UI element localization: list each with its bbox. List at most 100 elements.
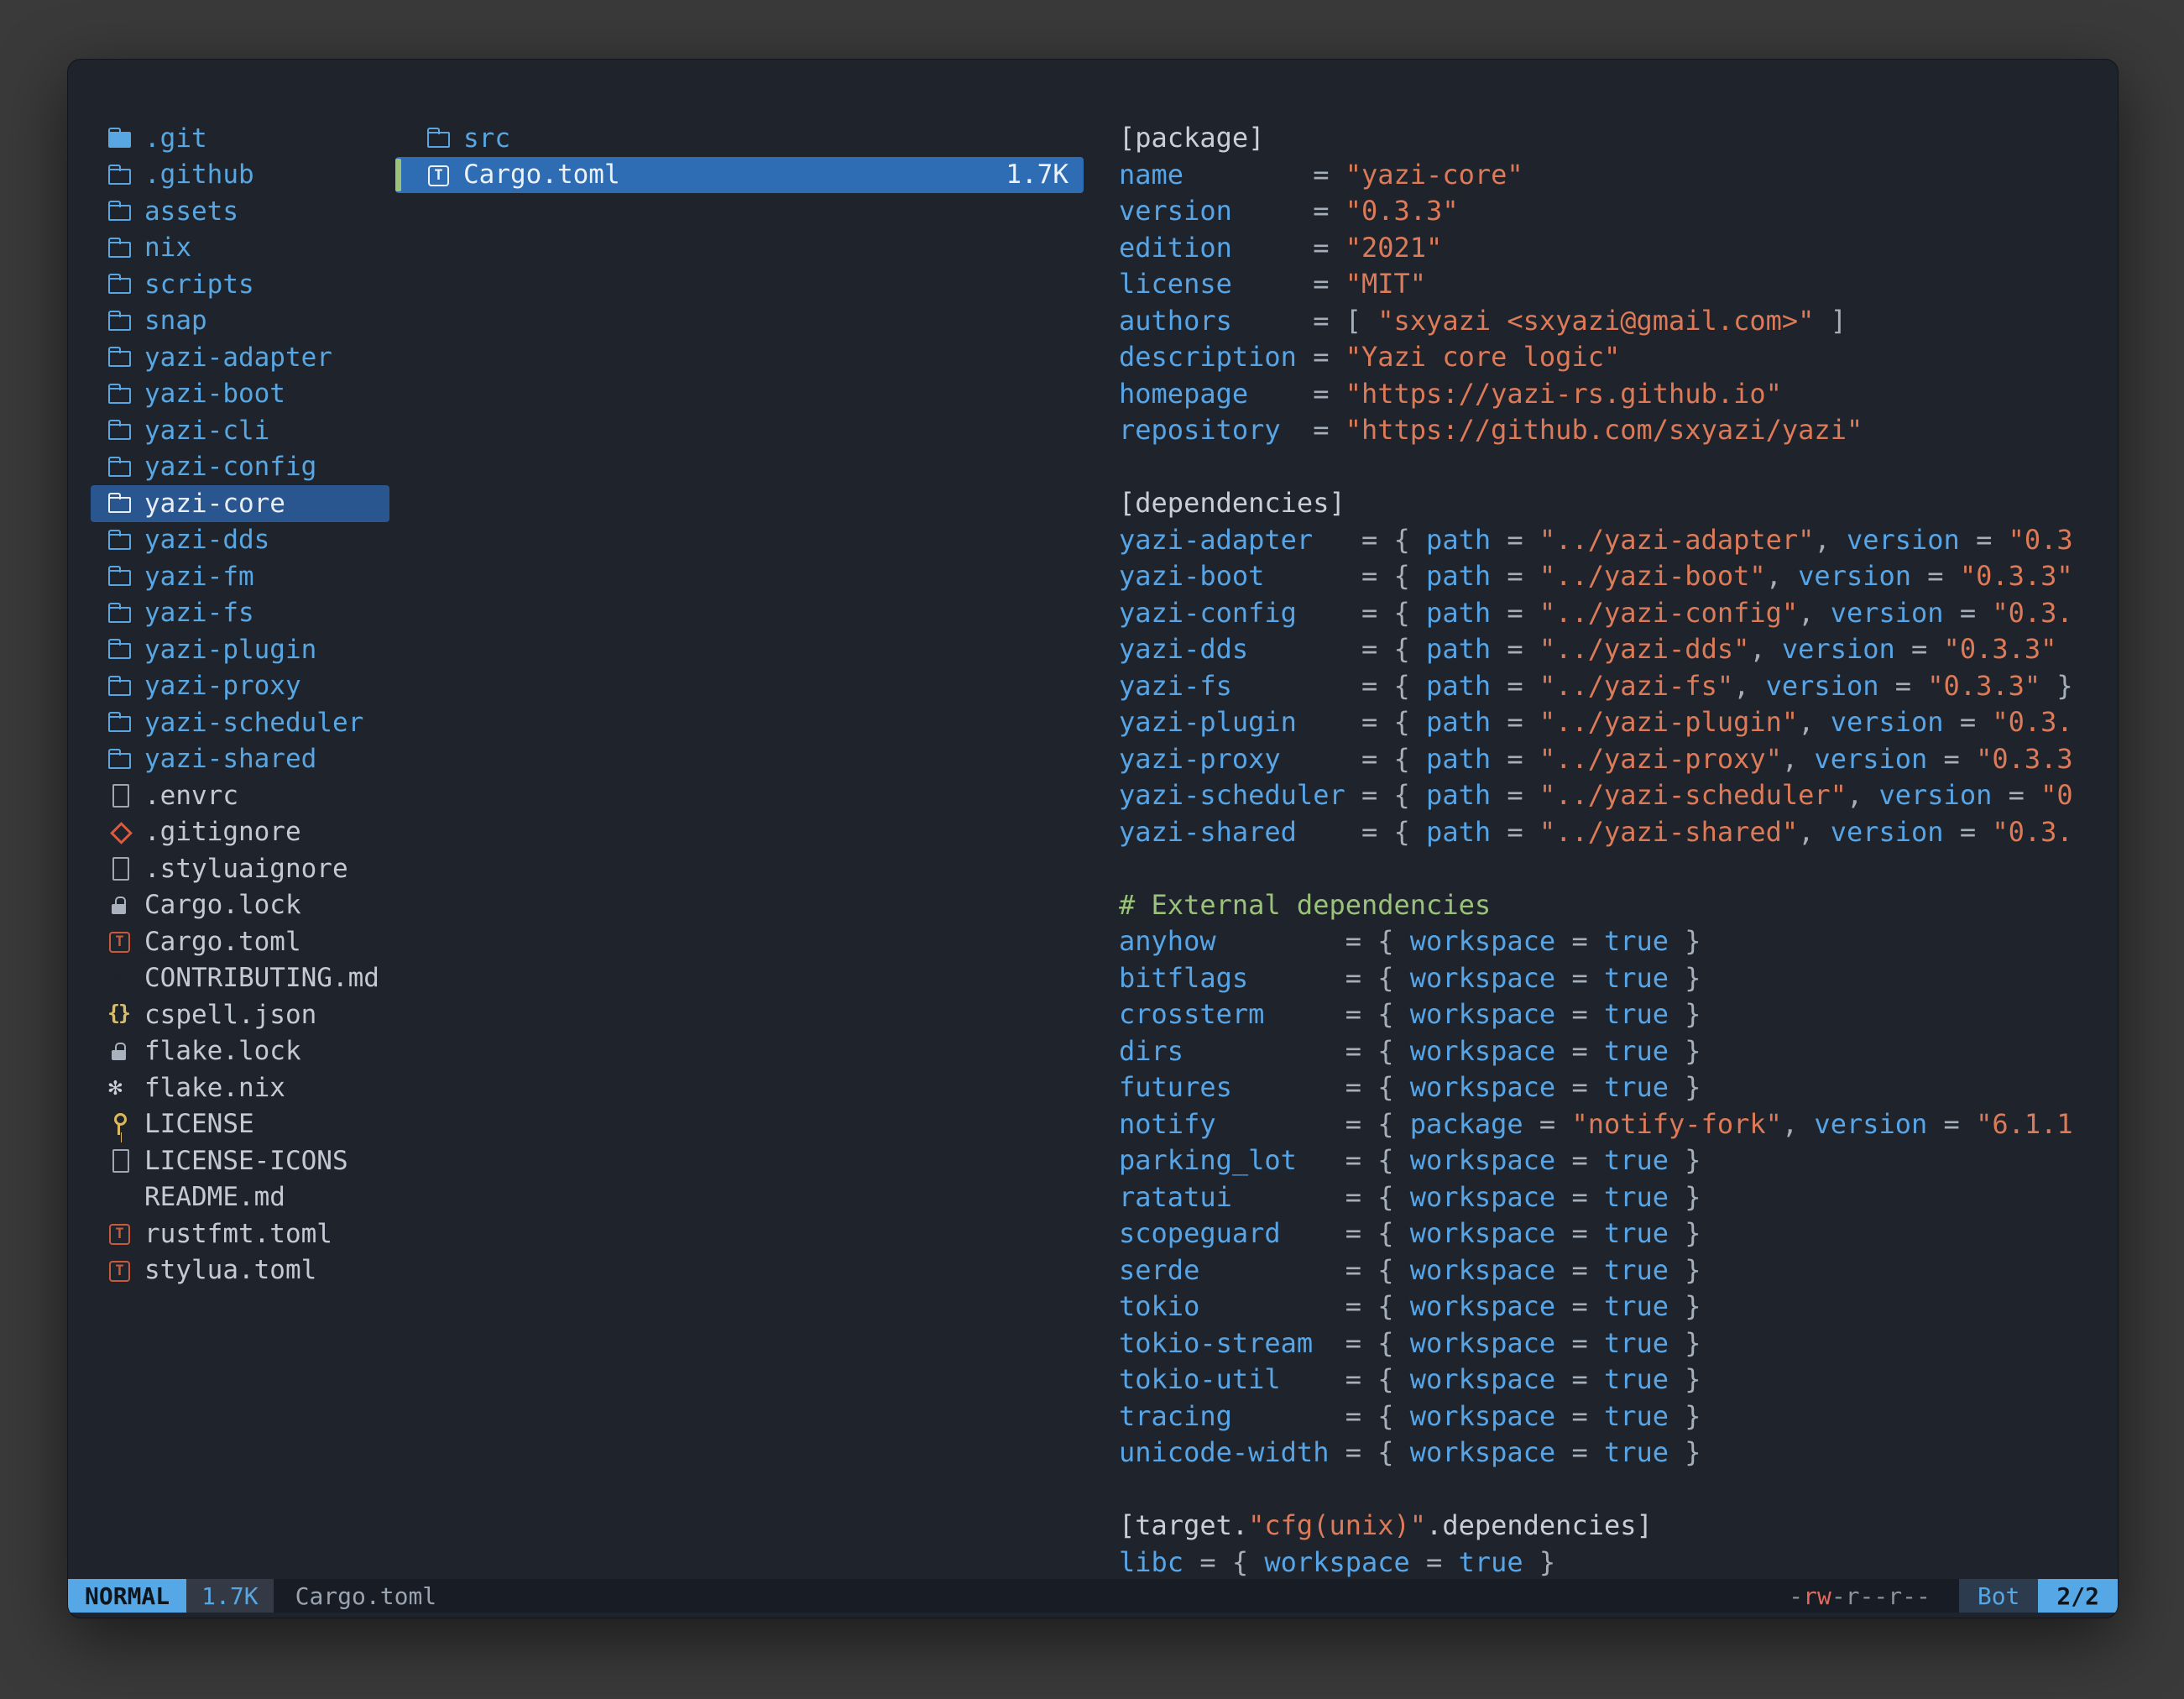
preview-line: version = "0.3.3" — [1119, 193, 2116, 230]
folder-icon — [106, 449, 136, 485]
toml-icon — [106, 923, 136, 959]
file-row[interactable]: .styluaignore — [91, 850, 389, 887]
parent-directory-pane: .git.githubassetsnix scripts snapyazi-adap… — [91, 120, 389, 1289]
permission-rest: -r--r-- — [1831, 1582, 1931, 1610]
item-label: src — [463, 123, 510, 154]
preview-line: bitflags = { workspace = true } — [1119, 960, 2116, 997]
dir-row[interactable]: assets — [91, 193, 389, 230]
dir-row[interactable]: yazi-proxy — [91, 668, 389, 705]
toml-icon — [106, 1215, 136, 1252]
preview-line: authors = [ "sxyazi <sxyazi@gmail.com>" … — [1119, 303, 2116, 340]
git-folder-icon — [106, 120, 136, 156]
preview-line: repository = "https://github.com/sxyazi/… — [1119, 412, 2116, 449]
lock-icon — [106, 887, 136, 923]
folder-icon — [106, 558, 136, 594]
preview-line — [1119, 850, 2116, 887]
file-permissions: -rw-r--r-- — [1789, 1579, 1931, 1613]
file-row[interactable]: LICENSE — [91, 1106, 389, 1143]
folder-icon — [106, 595, 136, 631]
dir-row[interactable]: snap — [91, 303, 389, 340]
item-label: Cargo.toml — [463, 159, 620, 190]
toml-icon — [425, 157, 455, 193]
permission-rw: rw — [1803, 1582, 1831, 1610]
file-row[interactable]: .envrc — [91, 777, 389, 814]
item-label: CONTRIBUTING.md — [144, 963, 379, 993]
file-row[interactable]: flake.nix — [91, 1069, 389, 1106]
item-label: LICENSE-ICONS — [144, 1146, 348, 1176]
preview-line: yazi-fs = { path = "../yazi-fs", version… — [1119, 668, 2116, 705]
dir-row[interactable]: yazi-boot — [91, 376, 389, 413]
dir-row[interactable]: yazi-core — [91, 485, 389, 522]
file-row[interactable]: flake.lock — [91, 1033, 389, 1070]
file-row[interactable]: LICENSE-ICONS — [91, 1142, 389, 1179]
toml-icon — [106, 1252, 136, 1289]
dir-row[interactable]: yazi-adapter — [91, 339, 389, 376]
item-label: .git — [144, 123, 207, 154]
file-row[interactable]: CONTRIBUTING.md — [91, 960, 389, 997]
preview-line: name = "yazi-core" — [1119, 157, 2116, 194]
folder-icon — [106, 339, 136, 375]
dir-row[interactable]: yazi-cli — [91, 412, 389, 449]
preview-line — [1119, 449, 2116, 486]
item-label: yazi-fs — [144, 598, 254, 628]
permission-prefix: - — [1789, 1582, 1803, 1610]
json-icon — [106, 996, 136, 1032]
dir-row[interactable]: yazi-fm — [91, 558, 389, 595]
folder-icon — [106, 157, 136, 193]
markdown-icon — [106, 1179, 136, 1215]
item-label: nix — [144, 233, 191, 263]
preview-line: yazi-proxy = { path = "../yazi-proxy", v… — [1119, 741, 2116, 778]
file-row[interactable]: stylua.toml — [91, 1252, 389, 1289]
file-row[interactable]: Cargo.toml — [91, 923, 389, 960]
dir-row[interactable]: src — [395, 120, 1084, 157]
dir-row[interactable]: nix — [91, 230, 389, 267]
preview-pane: [package]name = "yazi-core"version = "0.… — [1119, 120, 2116, 1582]
dir-row[interactable]: yazi-shared — [91, 741, 389, 778]
preview-line: notify = { package = "notify-fork", vers… — [1119, 1106, 2116, 1143]
file-row[interactable]: rustfmt.toml — [91, 1215, 389, 1252]
git-icon — [106, 814, 136, 850]
nix-icon — [106, 1069, 136, 1106]
status-bar: NORMAL 1.7K Cargo.toml -rw-r--r-- Bot 2/… — [68, 1579, 2118, 1613]
preview-line: ratatui = { workspace = true } — [1119, 1179, 2116, 1216]
lock-icon — [106, 1033, 136, 1069]
dir-row[interactable]: yazi-fs — [91, 595, 389, 632]
folder-icon — [106, 704, 136, 740]
preview-line: parking_lot = { workspace = true } — [1119, 1142, 2116, 1179]
dir-row[interactable]: yazi-dds — [91, 522, 389, 559]
file-row[interactable]: .gitignore — [91, 814, 389, 851]
dir-row[interactable]: yazi-plugin — [91, 631, 389, 668]
preview-line: [target."cfg(unix)".dependencies] — [1119, 1508, 2116, 1545]
dir-row[interactable]: yazi-config — [91, 449, 389, 486]
item-label: yazi-plugin — [144, 635, 316, 665]
item-label: .gitignore — [144, 817, 301, 847]
item-label: yazi-fm — [144, 562, 254, 592]
preview-line: serde = { workspace = true } — [1119, 1252, 2116, 1289]
item-label: flake.nix — [144, 1073, 285, 1103]
folder-icon — [106, 631, 136, 667]
scroll-position-badge: Bot — [1959, 1579, 2039, 1613]
dir-row[interactable]: yazi-scheduler — [91, 704, 389, 741]
item-label: snap — [144, 306, 207, 336]
preview-line: yazi-boot = { path = "../yazi-boot", ver… — [1119, 558, 2116, 595]
item-label: yazi-core — [144, 489, 285, 519]
preview-line: yazi-scheduler = { path = "../yazi-sched… — [1119, 777, 2116, 814]
file-row[interactable]: Cargo.toml1.7K — [395, 157, 1084, 194]
item-label: scripts — [144, 269, 254, 300]
file-icon — [106, 850, 136, 886]
item-label: yazi-boot — [144, 379, 285, 409]
dir-row[interactable]: .git — [91, 120, 389, 157]
preview-line: yazi-shared = { path = "../yazi-shared",… — [1119, 814, 2116, 851]
dir-row[interactable]: .github — [91, 157, 389, 194]
preview-line: # External dependencies — [1119, 887, 2116, 924]
preview-line: tokio-util = { workspace = true } — [1119, 1362, 2116, 1398]
file-row[interactable]: README.md — [91, 1179, 389, 1216]
preview-line: yazi-plugin = { path = "../yazi-plugin",… — [1119, 704, 2116, 741]
file-row[interactable]: cspell.json — [91, 996, 389, 1033]
dir-row[interactable]: scripts — [91, 266, 389, 303]
item-label: Cargo.toml — [144, 927, 301, 957]
file-icon — [106, 777, 136, 813]
file-row[interactable]: Cargo.lock — [91, 887, 389, 924]
preview-line: tokio = { workspace = true } — [1119, 1289, 2116, 1325]
folder-icon — [425, 120, 455, 156]
